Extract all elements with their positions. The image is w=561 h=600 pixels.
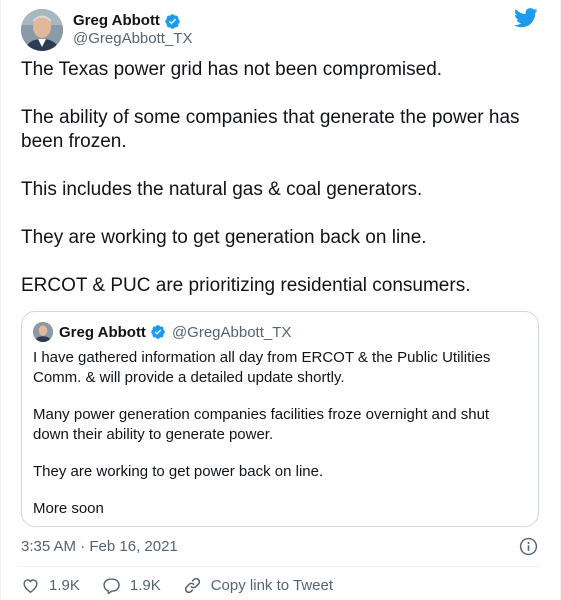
like-button[interactable]: 1.9K <box>21 576 80 595</box>
link-icon <box>184 577 200 594</box>
reply-bubble-icon <box>103 578 120 595</box>
tweet-paragraph: The ability of some companies that gener… <box>21 107 520 152</box>
author-handle[interactable]: @GregAbbott_TX <box>73 30 192 48</box>
copy-link-label: Copy link to Tweet <box>210 577 334 594</box>
author-names: Greg Abbott @GregAbbott_TX <box>73 12 192 48</box>
divider <box>21 566 541 567</box>
verified-badge-icon <box>165 13 180 29</box>
heart-icon <box>23 579 38 593</box>
tweet-paragraph: This includes the natural gas & coal gen… <box>21 179 423 200</box>
quoted-avatar-image <box>33 322 53 342</box>
tweet-card: Greg Abbott @GregAbbott_TX The Texas pow… <box>0 0 561 600</box>
tweet-text: The Texas power grid has not been compro… <box>21 58 546 298</box>
verified-badge-icon <box>151 325 165 339</box>
quoted-author-display-name: Greg Abbott <box>59 323 146 341</box>
quoted-tweet[interactable]: Greg Abbott @GregAbbott_TX I have gather… <box>21 311 539 527</box>
like-count: 1.9K <box>49 577 80 594</box>
reply-button[interactable]: 1.9K <box>102 576 161 595</box>
tweet-timestamp[interactable]: 3:35 AM · Feb 16, 2021 <box>21 538 178 555</box>
author-avatar[interactable] <box>21 9 63 51</box>
quoted-paragraph: They are working to get power back on li… <box>33 463 324 480</box>
quoted-author-avatar <box>33 322 53 342</box>
twitter-bird-icon[interactable] <box>514 8 538 28</box>
quoted-tweet-header: Greg Abbott @GregAbbott_TX <box>33 321 291 343</box>
quoted-tweet-text: I have gathered information all day from… <box>33 348 528 519</box>
tweet-paragraph: The Texas power grid has not been compro… <box>21 59 443 80</box>
tweet-paragraph: ERCOT & PUC are prioritizing residential… <box>21 275 471 296</box>
tweet-header: Greg Abbott @GregAbbott_TX <box>21 6 192 54</box>
reply-count: 1.9K <box>129 577 161 594</box>
name-row: Greg Abbott <box>73 12 192 30</box>
copy-link-button[interactable]: Copy link to Tweet <box>183 576 333 595</box>
author-display-name[interactable]: Greg Abbott <box>73 12 160 30</box>
tweet-actions: 1.9K 1.9K Copy link to Tweet <box>21 576 355 595</box>
avatar-image <box>21 9 63 51</box>
quoted-paragraph: Many power generation companies faciliti… <box>33 406 490 443</box>
quoted-paragraph: More soon <box>33 500 104 517</box>
tweet-paragraph: They are working to get generation back … <box>21 227 427 248</box>
quoted-paragraph: I have gathered information all day from… <box>33 349 491 386</box>
info-icon[interactable] <box>519 537 538 556</box>
quoted-author-handle: @GregAbbott_TX <box>171 323 292 341</box>
